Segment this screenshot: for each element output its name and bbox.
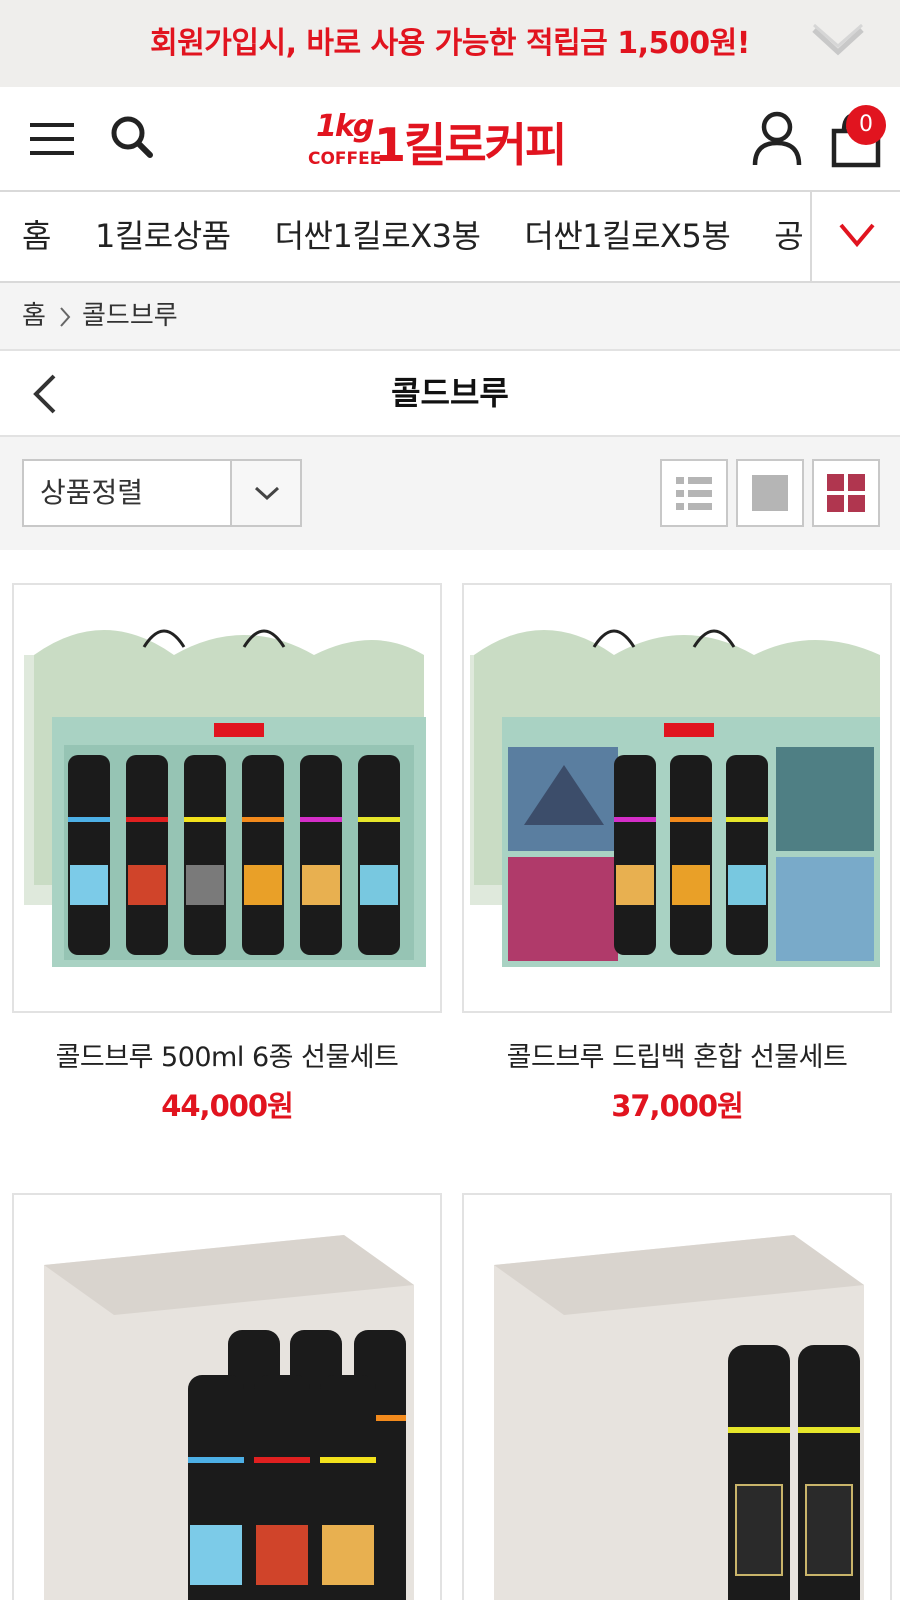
user-icon[interactable] (752, 111, 802, 167)
product-price: 37,000원 (611, 1089, 744, 1123)
search-icon[interactable] (108, 113, 156, 163)
list-view-button[interactable] (660, 459, 728, 527)
logo-mark: 1kg COFFEE (308, 109, 382, 169)
nav-item-1kg-products[interactable]: 1킬로상품 (95, 192, 231, 281)
menu-icon[interactable] (28, 119, 76, 159)
list-toolbar: 상품정렬 (0, 437, 900, 550)
breadcrumb: 홈 콜드브루 (0, 283, 900, 351)
product-image[interactable] (462, 1193, 892, 1600)
nav-item-home[interactable]: 홈 (22, 192, 51, 281)
sort-select-arrow[interactable] (230, 461, 300, 525)
sort-select[interactable]: 상품정렬 (22, 459, 302, 527)
site-header: 1kg COFFEE 1킬로커피 0 (0, 87, 900, 192)
promo-text: 회원가입시, 바로 사용 가능한 적립금 1,500원! (150, 26, 750, 61)
nav-item-1kg-x5[interactable]: 더싼1킬로X5봉 (524, 192, 730, 281)
page-title: 콜드브루 (391, 374, 509, 412)
category-nav-list: 홈 1킬로상품 더싼1킬로X3봉 더싼1킬로X5봉 공 (22, 192, 847, 281)
chevron-down-icon[interactable] (810, 22, 866, 62)
title-bar: 콜드브루 (0, 351, 900, 437)
breadcrumb-home[interactable]: 홈 (22, 283, 46, 349)
category-nav: 홈 1킬로상품 더싼1킬로X3봉 더싼1킬로X5봉 공 (0, 192, 900, 283)
sort-select-label: 상품정렬 (40, 476, 144, 509)
product-image[interactable] (12, 1193, 442, 1600)
product-price: 44,000원 (161, 1089, 294, 1123)
category-expand-button[interactable] (810, 192, 900, 281)
site-logo[interactable]: 1kg COFFEE 1킬로커피 (308, 107, 588, 173)
product-name[interactable]: 콜드브루 드립백 혼합 선물세트 (462, 1035, 892, 1074)
list-view-icon (676, 477, 712, 510)
product-image[interactable] (462, 583, 892, 1013)
product-name[interactable]: 콜드브루 500ml 6종 선물세트 (12, 1035, 442, 1074)
breadcrumb-current: 콜드브루 (82, 301, 178, 331)
product-image[interactable] (12, 583, 442, 1013)
promo-banner[interactable]: 회원가입시, 바로 사용 가능한 적립금 1,500원! (0, 0, 900, 87)
logo-text: 1킬로커피 (374, 118, 567, 172)
chevron-down-icon (254, 486, 280, 501)
grid-view-button[interactable] (812, 459, 880, 527)
nav-item-more[interactable]: 공 (774, 192, 803, 281)
grid-view-icon (827, 474, 865, 512)
single-view-button[interactable] (736, 459, 804, 527)
single-view-icon (752, 475, 788, 511)
nav-item-1kg-x3[interactable]: 더싼1킬로X3봉 (275, 192, 481, 281)
chevron-right-icon (60, 307, 71, 327)
cart-count-badge: 0 (846, 105, 886, 145)
chevron-down-icon (839, 223, 875, 248)
